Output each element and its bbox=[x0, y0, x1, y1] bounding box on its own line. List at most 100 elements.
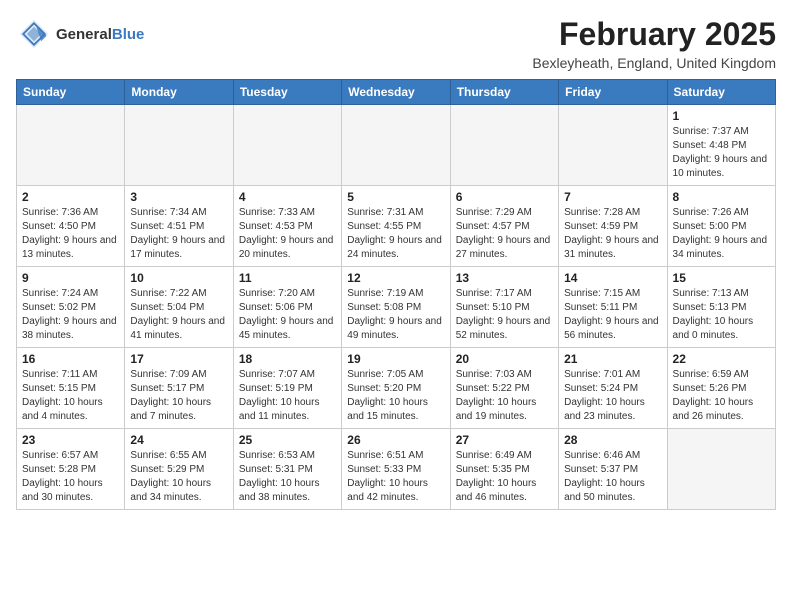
day-cell: 5 Sunrise: 7:31 AM Sunset: 4:55 PM Daylig… bbox=[342, 186, 450, 267]
week-row-1: 1 Sunrise: 7:37 AM Sunset: 4:48 PM Daylig… bbox=[17, 105, 776, 186]
day-cell: 18 Sunrise: 7:07 AM Sunset: 5:19 PM Dayli… bbox=[233, 348, 341, 429]
day-number: 19 bbox=[347, 352, 444, 366]
calendar-header-row: SundayMondayTuesdayWednesdayThursdayFrid… bbox=[17, 80, 776, 105]
day-detail: Sunrise: 7:31 AM Sunset: 4:55 PM Dayligh… bbox=[347, 206, 444, 262]
day-detail: Sunrise: 7:09 AM Sunset: 5:17 PM Dayligh… bbox=[130, 368, 227, 424]
day-number: 20 bbox=[456, 352, 553, 366]
day-number: 10 bbox=[130, 271, 227, 285]
day-cell: 10 Sunrise: 7:22 AM Sunset: 5:04 PM Dayli… bbox=[125, 267, 233, 348]
day-detail: Sunrise: 7:01 AM Sunset: 5:24 PM Dayligh… bbox=[564, 368, 661, 424]
day-cell bbox=[125, 105, 233, 186]
day-detail: Sunrise: 7:29 AM Sunset: 4:57 PM Dayligh… bbox=[456, 206, 553, 262]
day-number: 1 bbox=[673, 109, 770, 123]
day-detail: Sunrise: 7:24 AM Sunset: 5:02 PM Dayligh… bbox=[22, 287, 119, 343]
location: Bexleyheath, England, United Kingdom bbox=[532, 55, 776, 71]
day-detail: Sunrise: 7:28 AM Sunset: 4:59 PM Dayligh… bbox=[564, 206, 661, 262]
day-detail: Sunrise: 7:19 AM Sunset: 5:08 PM Dayligh… bbox=[347, 287, 444, 343]
day-number: 9 bbox=[22, 271, 119, 285]
day-cell: 26Sunrise: 6:51 AM Sunset: 5:33 PM Dayli… bbox=[342, 429, 450, 510]
calendar-table: SundayMondayTuesdayWednesdayThursdayFrid… bbox=[16, 79, 776, 510]
day-number: 15 bbox=[673, 271, 770, 285]
day-cell bbox=[559, 105, 667, 186]
col-header-wednesday: Wednesday bbox=[342, 80, 450, 105]
day-cell: 28 Sunrise: 6:46 AM Sunset: 5:37 PM Dayli… bbox=[559, 429, 667, 510]
day-detail: Sunrise: 7:37 AM Sunset: 4:48 PM Dayligh… bbox=[673, 125, 770, 181]
day-cell: 11Sunrise: 7:20 AM Sunset: 5:06 PM Dayli… bbox=[233, 267, 341, 348]
col-header-friday: Friday bbox=[559, 80, 667, 105]
day-number: 28 bbox=[564, 433, 661, 447]
day-number: 6 bbox=[456, 190, 553, 204]
day-cell bbox=[450, 105, 558, 186]
day-detail: Sunrise: 7:11 AM Sunset: 5:15 PM Dayligh… bbox=[22, 368, 119, 424]
day-number: 7 bbox=[564, 190, 661, 204]
col-header-monday: Monday bbox=[125, 80, 233, 105]
day-cell bbox=[233, 105, 341, 186]
col-header-saturday: Saturday bbox=[667, 80, 775, 105]
day-detail: Sunrise: 7:22 AM Sunset: 5:04 PM Dayligh… bbox=[130, 287, 227, 343]
day-number: 3 bbox=[130, 190, 227, 204]
logo: GeneralBlue bbox=[16, 16, 144, 52]
week-row-2: 2 Sunrise: 7:36 AM Sunset: 4:50 PM Daylig… bbox=[17, 186, 776, 267]
day-number: 5 bbox=[347, 190, 444, 204]
day-number: 23 bbox=[22, 433, 119, 447]
day-number: 22 bbox=[673, 352, 770, 366]
title-block: February 2025 Bexleyheath, England, Unit… bbox=[532, 16, 776, 71]
day-detail: Sunrise: 7:07 AM Sunset: 5:19 PM Dayligh… bbox=[239, 368, 336, 424]
day-cell bbox=[342, 105, 450, 186]
day-detail: Sunrise: 6:55 AM Sunset: 5:29 PM Dayligh… bbox=[130, 449, 227, 505]
day-cell: 23 Sunrise: 6:57 AM Sunset: 5:28 PM Dayli… bbox=[17, 429, 125, 510]
day-cell: 9 Sunrise: 7:24 AM Sunset: 5:02 PM Daylig… bbox=[17, 267, 125, 348]
day-cell: 15 Sunrise: 7:13 AM Sunset: 5:13 PM Dayli… bbox=[667, 267, 775, 348]
week-row-4: 16Sunrise: 7:11 AM Sunset: 5:15 PM Dayli… bbox=[17, 348, 776, 429]
day-number: 18 bbox=[239, 352, 336, 366]
day-number: 12 bbox=[347, 271, 444, 285]
day-detail: Sunrise: 6:59 AM Sunset: 5:26 PM Dayligh… bbox=[673, 368, 770, 424]
day-cell: 25Sunrise: 6:53 AM Sunset: 5:31 PM Dayli… bbox=[233, 429, 341, 510]
day-detail: Sunrise: 7:03 AM Sunset: 5:22 PM Dayligh… bbox=[456, 368, 553, 424]
day-cell: 22 Sunrise: 6:59 AM Sunset: 5:26 PM Dayli… bbox=[667, 348, 775, 429]
day-detail: Sunrise: 6:49 AM Sunset: 5:35 PM Dayligh… bbox=[456, 449, 553, 505]
col-header-thursday: Thursday bbox=[450, 80, 558, 105]
day-cell: 14 Sunrise: 7:15 AM Sunset: 5:11 PM Dayli… bbox=[559, 267, 667, 348]
day-number: 27 bbox=[456, 433, 553, 447]
logo-text: GeneralBlue bbox=[56, 26, 144, 43]
week-row-5: 23 Sunrise: 6:57 AM Sunset: 5:28 PM Dayli… bbox=[17, 429, 776, 510]
day-cell: 20 Sunrise: 7:03 AM Sunset: 5:22 PM Dayli… bbox=[450, 348, 558, 429]
day-cell: 8 Sunrise: 7:26 AM Sunset: 5:00 PM Daylig… bbox=[667, 186, 775, 267]
day-number: 11 bbox=[239, 271, 336, 285]
day-detail: Sunrise: 6:57 AM Sunset: 5:28 PM Dayligh… bbox=[22, 449, 119, 505]
day-cell: 7 Sunrise: 7:28 AM Sunset: 4:59 PM Daylig… bbox=[559, 186, 667, 267]
day-detail: Sunrise: 7:33 AM Sunset: 4:53 PM Dayligh… bbox=[239, 206, 336, 262]
week-row-3: 9 Sunrise: 7:24 AM Sunset: 5:02 PM Daylig… bbox=[17, 267, 776, 348]
day-cell: 1 Sunrise: 7:37 AM Sunset: 4:48 PM Daylig… bbox=[667, 105, 775, 186]
day-number: 14 bbox=[564, 271, 661, 285]
day-cell: 12 Sunrise: 7:19 AM Sunset: 5:08 PM Dayli… bbox=[342, 267, 450, 348]
day-cell: 2 Sunrise: 7:36 AM Sunset: 4:50 PM Daylig… bbox=[17, 186, 125, 267]
day-cell: 17Sunrise: 7:09 AM Sunset: 5:17 PM Dayli… bbox=[125, 348, 233, 429]
day-detail: Sunrise: 7:36 AM Sunset: 4:50 PM Dayligh… bbox=[22, 206, 119, 262]
day-cell bbox=[667, 429, 775, 510]
col-header-sunday: Sunday bbox=[17, 80, 125, 105]
day-detail: Sunrise: 7:34 AM Sunset: 4:51 PM Dayligh… bbox=[130, 206, 227, 262]
day-number: 8 bbox=[673, 190, 770, 204]
day-cell: 21 Sunrise: 7:01 AM Sunset: 5:24 PM Dayli… bbox=[559, 348, 667, 429]
day-cell: 19 Sunrise: 7:05 AM Sunset: 5:20 PM Dayli… bbox=[342, 348, 450, 429]
day-detail: Sunrise: 7:26 AM Sunset: 5:00 PM Dayligh… bbox=[673, 206, 770, 262]
day-number: 21 bbox=[564, 352, 661, 366]
page-header: GeneralBlue February 2025 Bexleyheath, E… bbox=[16, 16, 776, 71]
day-detail: Sunrise: 6:51 AM Sunset: 5:33 PM Dayligh… bbox=[347, 449, 444, 505]
logo-icon bbox=[16, 16, 52, 52]
col-header-tuesday: Tuesday bbox=[233, 80, 341, 105]
day-detail: Sunrise: 7:05 AM Sunset: 5:20 PM Dayligh… bbox=[347, 368, 444, 424]
month-title: February 2025 bbox=[532, 16, 776, 53]
day-cell: 4Sunrise: 7:33 AM Sunset: 4:53 PM Daylig… bbox=[233, 186, 341, 267]
day-detail: Sunrise: 7:15 AM Sunset: 5:11 PM Dayligh… bbox=[564, 287, 661, 343]
day-cell: 13Sunrise: 7:17 AM Sunset: 5:10 PM Dayli… bbox=[450, 267, 558, 348]
day-number: 2 bbox=[22, 190, 119, 204]
day-number: 25 bbox=[239, 433, 336, 447]
day-detail: Sunrise: 7:13 AM Sunset: 5:13 PM Dayligh… bbox=[673, 287, 770, 343]
day-cell: 16Sunrise: 7:11 AM Sunset: 5:15 PM Dayli… bbox=[17, 348, 125, 429]
day-detail: Sunrise: 6:46 AM Sunset: 5:37 PM Dayligh… bbox=[564, 449, 661, 505]
day-number: 13 bbox=[456, 271, 553, 285]
day-cell: 3 Sunrise: 7:34 AM Sunset: 4:51 PM Daylig… bbox=[125, 186, 233, 267]
